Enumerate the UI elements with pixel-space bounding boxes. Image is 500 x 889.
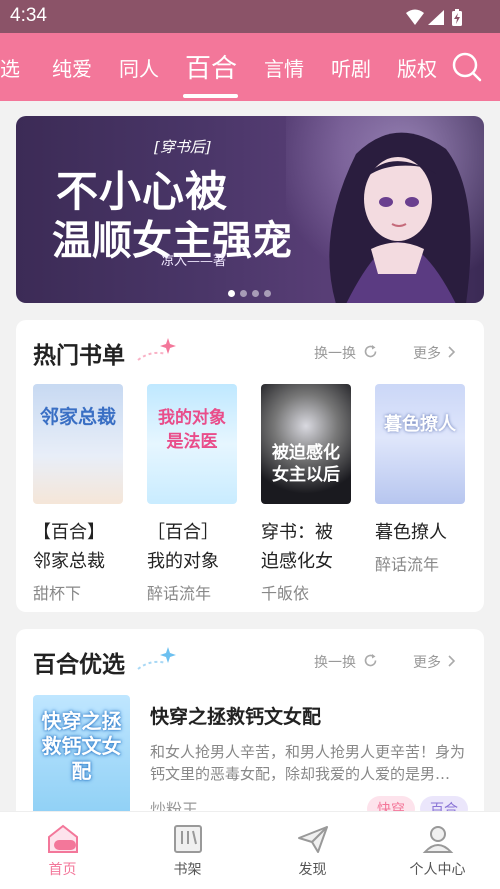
book-cover: 暮色撩人 [375,384,465,504]
page-dot [252,290,259,297]
nav-profile[interactable]: 个人中心 [375,812,500,889]
banner-page-indicator [228,282,276,301]
search-icon[interactable] [452,52,482,82]
tab-danmei[interactable]: 纯爱 [52,53,92,82]
book-cover: 邻家总裁 [33,384,123,504]
book-title: ［百合］ 我的对象 [147,522,219,572]
tab-yuri[interactable]: 百合 [185,48,237,85]
refresh-button[interactable]: 换一换 [314,343,356,363]
nav-label: 发现 [298,862,327,878]
book-author: 甜杯下 [33,584,82,603]
promo-banner[interactable]: [穿书后] 不小心被 温顺女主强宠 凉入——著 [16,116,484,303]
system-icons [404,8,466,28]
book-title: 【百合】 邻家总裁 [33,522,105,572]
book-cover[interactable]: 快穿之拯救钙文女配 [33,695,130,817]
chevron-right-icon [448,655,456,667]
banner-character-illustration [329,132,471,303]
nav-label: 首页 [48,862,77,878]
tab-copyright[interactable]: 版权 [397,53,437,82]
book-cover: 我的对象是法医 [147,384,237,504]
book-item[interactable]: 我的对象是法医 ［百合］ 我的对象 醉话流年 [147,384,239,604]
signal-icon [428,10,444,25]
book-title[interactable]: 快穿之拯救钙文女配 [150,702,321,729]
yuri-picks-section: 百合优选 换一换 更多 快穿之拯救钙文女配 快穿之拯救钙文女配 和女人抢男人辛苦… [16,629,484,829]
refresh-button[interactable]: 换一换 [314,652,356,672]
tab-fanfic[interactable]: 同人 [119,53,159,82]
book-author: 醉话流年 [147,584,212,603]
book-author: 千皈依 [261,584,310,603]
nav-discover[interactable]: 发现 [250,812,375,889]
status-time: 4:34 [10,5,47,26]
section-title: 热门书单 [33,343,125,369]
hot-booklist-section: 热门书单 换一换 更多 邻家总裁 【百合】 邻家总裁 甜杯下 我的对象是法医 ［百… [16,320,484,612]
book-title: 暮色撩人 [375,522,447,543]
page-dot [264,290,271,297]
wifi-icon [406,9,424,25]
book-cover: 被迫感化女主以后 [261,384,351,504]
refresh-icon[interactable] [363,344,378,359]
book-description: 和女人抢男人辛苦，和男人抢男人更辛苦！身为钙文里的恶毒女配，除却我爱的人爱的是男… [150,743,466,783]
profile-icon [422,826,453,853]
bookshelf-icon [173,825,202,853]
book-item[interactable]: 暮色撩人 暮色撩人 醉话流年 [375,384,467,575]
more-button[interactable]: 更多 [413,652,441,672]
refresh-icon[interactable] [363,653,378,668]
more-button[interactable]: 更多 [413,343,441,363]
sparkle-decoration-icon [137,338,176,361]
banner-subtitle: [穿书后] [154,138,211,156]
tab-audio-drama[interactable]: 听剧 [331,53,371,82]
battery-icon [452,9,462,26]
nav-bookshelf[interactable]: 书架 [125,812,250,889]
tab-featured[interactable]: 选 [0,53,20,82]
top-tab-bar: 选 纯爱 同人 百合 言情 听剧 版权 [0,33,500,101]
nav-home[interactable]: 首页 [0,812,125,889]
home-icon [47,824,78,853]
book-item[interactable]: 被迫感化女主以后 穿书：被 迫感化女 千皈依 [261,384,353,604]
active-tab-indicator [183,94,238,98]
book-author: 醉话流年 [375,555,440,574]
book-title: 穿书：被 迫感化女 [261,522,333,572]
nav-label: 个人中心 [409,862,466,878]
discover-icon [297,826,328,853]
page-dot-active [228,290,235,297]
status-bar: 4:34 [0,0,500,33]
chevron-right-icon [448,346,456,358]
section-title: 百合优选 [33,652,125,678]
bottom-nav-bar: 首页 书架 发现 个人中心 [0,811,500,889]
tab-romance[interactable]: 言情 [264,53,304,82]
nav-label: 书架 [173,862,202,878]
book-item[interactable]: 邻家总裁 【百合】 邻家总裁 甜杯下 [33,384,125,604]
sparkle-decoration-icon [137,647,176,670]
page-dot [240,290,247,297]
banner-author: 凉入——著 [161,254,227,269]
